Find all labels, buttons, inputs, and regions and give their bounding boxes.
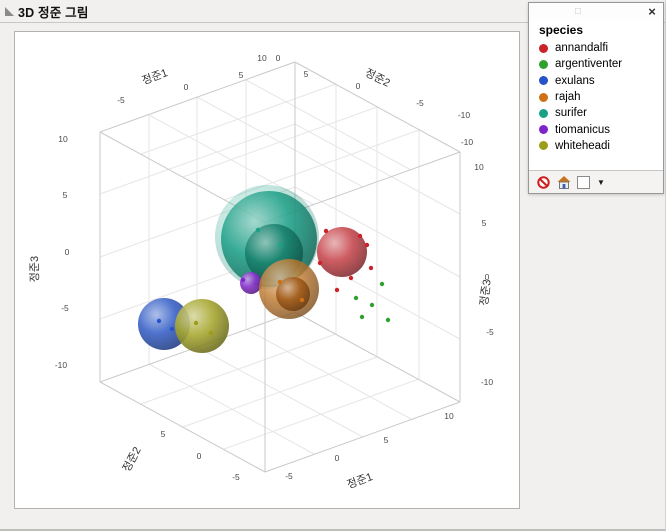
axis-label: 정준3 <box>28 256 41 282</box>
data-point <box>278 242 284 248</box>
tick-label: -5 <box>232 472 240 482</box>
species-label: exulans <box>555 74 595 87</box>
data-point <box>169 326 175 332</box>
legend-window: □ × species annandalfi argentiventer exula… <box>528 2 664 194</box>
color-swatch[interactable] <box>576 175 591 190</box>
tick-label: 0 <box>184 82 189 92</box>
legend-items: annandalfi argentiventer exulans rajah surif… <box>539 40 657 154</box>
data-point <box>364 242 370 248</box>
tick-label: 0 <box>276 53 281 63</box>
legend-item-whiteheadi[interactable]: whiteheadi <box>539 138 657 154</box>
species-color-dot <box>539 76 548 86</box>
species-color-dot <box>539 59 548 69</box>
species-label: whiteheadi <box>555 139 610 152</box>
data-point <box>357 233 363 239</box>
species-color-dot <box>539 141 548 151</box>
tick-label: 0 <box>335 453 340 463</box>
tick-label: -5 <box>285 471 293 481</box>
tick-label: -5 <box>416 98 424 108</box>
legend-item-tiomanicus[interactable]: tiomanicus <box>539 121 657 137</box>
data-point <box>323 228 329 234</box>
tick-label: -10 <box>461 137 474 147</box>
tick-label: 5 <box>161 429 166 439</box>
data-point <box>193 320 199 326</box>
species-color-dot <box>539 92 548 102</box>
data-point <box>369 302 375 308</box>
axis-label: 정준3 <box>477 279 493 307</box>
tick-label: -10 <box>458 110 471 120</box>
jmp-3d-canonical-report-window: { "header": { "title": "3D 정준 그림" }, "le… <box>0 0 666 531</box>
species-label: annandalfi <box>555 42 609 55</box>
data-point <box>359 314 365 320</box>
disclosure-triangle-icon[interactable] <box>5 6 14 16</box>
legend-item-argentiventer[interactable]: argentiventer <box>539 56 657 72</box>
data-point <box>334 287 340 293</box>
legend-item-annandalfi[interactable]: annandalfi <box>539 40 657 56</box>
axis-label: 정준1 <box>140 66 169 87</box>
data-point <box>385 317 391 323</box>
ellipsoid-tiomanicus <box>240 272 262 294</box>
tick-label: -10 <box>55 360 68 370</box>
species-color-dot <box>539 43 548 53</box>
legend-body: species annandalfi argentiventer exulans ra… <box>529 20 663 170</box>
species-label: argentiventer <box>555 58 623 71</box>
tick-label: 0 <box>356 81 361 91</box>
home-icon[interactable] <box>556 175 571 190</box>
maximize-icon[interactable]: □ <box>569 4 587 19</box>
legend-item-surifer[interactable]: surifer <box>539 105 657 121</box>
data-point <box>353 295 359 301</box>
plot-3d-frame: -5 0 5 10 0 5 0 -5 -10 10 5 0 -5 -10 -10 10 5 0 -5 -10 -5 0 5 1… <box>14 31 520 509</box>
species-label: rajah <box>555 91 581 104</box>
tick-label: -5 <box>486 327 494 337</box>
data-point <box>156 318 162 324</box>
tick-label: -5 <box>117 95 125 105</box>
tick-label: 5 <box>482 218 487 228</box>
axis-label: 정준1 <box>345 470 374 491</box>
exclude-icon[interactable] <box>536 175 551 190</box>
tick-label: 10 <box>444 411 454 421</box>
data-point <box>368 265 374 271</box>
data-point <box>348 275 354 281</box>
axis-label: 정준2 <box>120 445 144 474</box>
tick-label: 0 <box>197 451 202 461</box>
species-label: tiomanicus <box>555 123 610 136</box>
data-point <box>255 227 261 233</box>
tick-label: 5 <box>63 190 68 200</box>
legend-item-exulans[interactable]: exulans <box>539 73 657 89</box>
tick-label: -5 <box>61 303 69 313</box>
species-label: surifer <box>555 107 587 120</box>
species-color-dot <box>539 108 548 118</box>
data-point <box>379 281 385 287</box>
data-point <box>240 277 246 283</box>
ellipsoid-whiteheadi <box>175 299 229 353</box>
close-icon[interactable]: × <box>643 4 661 19</box>
legend-toolbar: ▼ <box>529 170 663 193</box>
axis-label: 정준2 <box>363 66 392 90</box>
tick-label: 5 <box>384 435 389 445</box>
tick-label: 0 <box>65 247 70 257</box>
canonical-3d-plot[interactable]: -5 0 5 10 0 5 0 -5 -10 10 5 0 -5 -10 -10 10 5 0 -5 -10 -5 0 5 1… <box>15 32 519 508</box>
disclosure-triangle-shape <box>5 6 14 16</box>
data-point <box>317 260 323 266</box>
legend-titlebar[interactable]: □ × <box>529 3 663 20</box>
legend-title: species <box>539 23 584 37</box>
data-point <box>277 279 283 285</box>
dropdown-arrow-icon[interactable]: ▼ <box>597 178 605 187</box>
tick-label: 5 <box>239 70 244 80</box>
report-title: 3D 정준 그림 <box>18 5 89 20</box>
tick-label: 10 <box>58 134 68 144</box>
tick-label: -10 <box>481 377 494 387</box>
data-point <box>208 330 214 336</box>
data-point <box>299 297 305 303</box>
legend-item-rajah[interactable]: rajah <box>539 89 657 105</box>
tick-label: 10 <box>257 53 267 63</box>
tick-label: 5 <box>304 69 309 79</box>
tick-label: 10 <box>474 162 484 172</box>
species-color-dot <box>539 125 548 135</box>
